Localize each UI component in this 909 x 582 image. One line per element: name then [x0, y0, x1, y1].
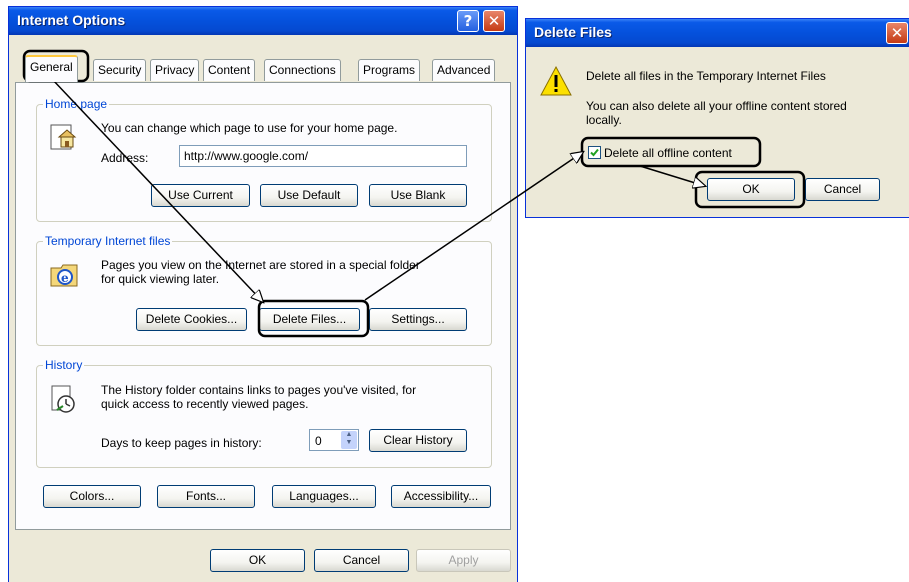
days-value: 0 — [315, 434, 322, 448]
close-button[interactable]: ✕ — [483, 10, 505, 32]
temp-files-description-1: Pages you view on the Internet are store… — [101, 258, 420, 272]
use-current-button[interactable]: Use Current — [151, 184, 250, 207]
days-stepper[interactable]: 0 ▲ ▼ — [309, 429, 359, 451]
history-description-1: The History folder contains links to pag… — [101, 383, 417, 397]
ie-folder-icon: e — [49, 258, 81, 290]
colors-button[interactable]: Colors... — [43, 485, 141, 508]
languages-button[interactable]: Languages... — [272, 485, 376, 508]
temp-files-group: Temporary Internet files e Pages you vie… — [36, 234, 492, 346]
dialog-message-1: Delete all files in the Temporary Intern… — [586, 69, 826, 83]
settings-button[interactable]: Settings... — [369, 308, 467, 331]
accessibility-button[interactable]: Accessibility... — [391, 485, 491, 508]
help-icon: ? — [463, 12, 473, 30]
dialog-ok-button[interactable]: OK — [707, 178, 795, 201]
history-description-2: quick access to recently viewed pages. — [101, 397, 309, 411]
delete-files-button[interactable]: Delete Files... — [259, 308, 360, 331]
tab-general[interactable]: General — [25, 55, 78, 82]
offline-content-checkbox[interactable]: Delete all offline content — [588, 146, 732, 160]
use-default-button[interactable]: Use Default — [260, 184, 358, 207]
tab-advanced[interactable]: Advanced — [432, 59, 496, 81]
temp-files-legend: Temporary Internet files — [43, 234, 173, 248]
dialog-title: Delete Files — [534, 24, 612, 40]
history-legend: History — [43, 358, 85, 372]
internet-options-titlebar[interactable]: Internet Options ? ✕ — [9, 7, 517, 35]
dialog-cancel-button[interactable]: Cancel — [805, 178, 880, 201]
internet-options-window: Internet Options ? ✕ General Security Pr… — [8, 6, 518, 582]
use-blank-button[interactable]: Use Blank — [369, 184, 467, 207]
checkbox-label: Delete all offline content — [604, 146, 732, 160]
apply-button[interactable]: Apply — [416, 549, 511, 572]
svg-text:e: e — [61, 271, 69, 285]
days-label: Days to keep pages in history: — [101, 436, 262, 450]
tab-programs[interactable]: Programs — [358, 59, 421, 81]
delete-cookies-button[interactable]: Delete Cookies... — [136, 308, 247, 331]
help-button[interactable]: ? — [457, 10, 479, 32]
warning-icon — [540, 65, 572, 97]
close-icon: ✕ — [890, 24, 904, 42]
delete-files-dialog: Delete Files ✕ Delete all files in the T… — [525, 18, 909, 218]
history-clock-icon — [49, 384, 79, 414]
general-tab-panel: Home page You can change which page to u… — [15, 82, 511, 530]
close-icon: ✕ — [487, 12, 501, 30]
tab-security[interactable]: Security — [93, 59, 147, 81]
cancel-button[interactable]: Cancel — [314, 549, 409, 572]
dialog-message-2: You can also delete all your offline con… — [586, 99, 847, 113]
home-page-legend: Home page — [43, 97, 110, 111]
ok-button[interactable]: OK — [210, 549, 305, 572]
tab-content[interactable]: Content — [203, 59, 256, 81]
address-label: Address: — [101, 151, 149, 165]
delete-files-titlebar[interactable]: Delete Files ✕ — [526, 19, 909, 47]
checkbox-checked-icon[interactable] — [588, 146, 601, 159]
home-page-group: Home page You can change which page to u… — [36, 97, 492, 222]
temp-files-description-2: for quick viewing later. — [101, 272, 220, 286]
fonts-button[interactable]: Fonts... — [157, 485, 255, 508]
dialog-message-3: locally. — [586, 113, 622, 127]
tab-connections[interactable]: Connections — [264, 59, 341, 81]
window-title: Internet Options — [17, 12, 126, 28]
clear-history-button[interactable]: Clear History — [369, 429, 467, 452]
house-icon — [49, 121, 79, 151]
tab-privacy[interactable]: Privacy — [150, 59, 200, 81]
history-group: History The History folder contains link… — [36, 358, 492, 468]
home-page-description: You can change which page to use for you… — [101, 121, 398, 135]
spin-arrows-icon[interactable]: ▲ ▼ — [341, 431, 357, 449]
dialog-close-button[interactable]: ✕ — [886, 22, 908, 44]
address-field[interactable]: http://www.google.com/ — [179, 145, 467, 167]
